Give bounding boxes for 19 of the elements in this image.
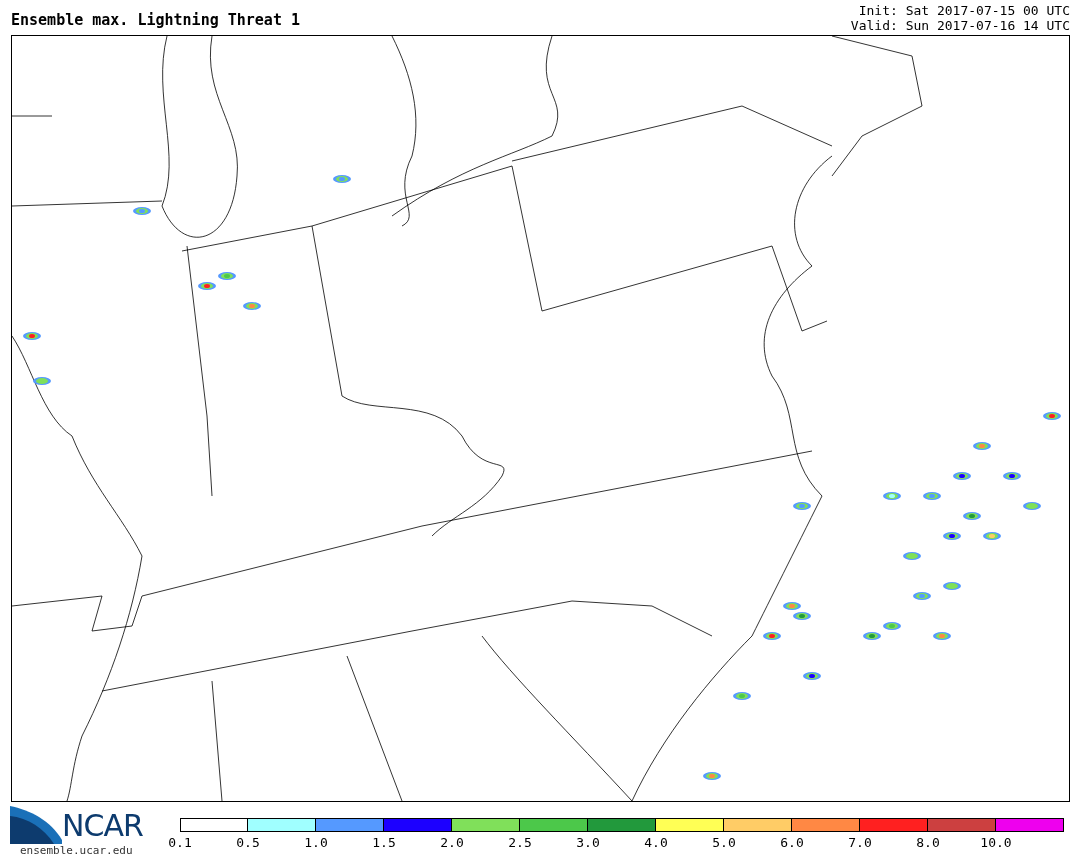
scale-label: 1.0 — [304, 835, 328, 850]
scale-label: 2.0 — [440, 835, 464, 850]
website-url: ensemble.ucar.edu — [20, 844, 134, 857]
scale-label: 0.5 — [236, 835, 260, 850]
scale-label: 8.0 — [916, 835, 940, 850]
swoosh-logo-icon — [10, 806, 62, 844]
scale-label: 6.0 — [780, 835, 804, 850]
scale-label: 2.5 — [508, 835, 532, 850]
scale-label: 3.0 — [576, 835, 600, 850]
scale-label: 4.0 — [644, 835, 668, 850]
valid-time: Valid: Sun 2017-07-16 14 UTC — [850, 18, 1070, 33]
scale-label: 10.0 — [980, 835, 1012, 850]
scale-label: 1.5 — [372, 835, 396, 850]
logo-wordmark: NCAR — [62, 807, 143, 843]
scale-label: 7.0 — [848, 835, 872, 850]
init-time: Init: Sat 2017-07-15 00 UTC — [858, 3, 1070, 18]
scale-label: 0.1 — [168, 835, 192, 850]
chart-title: Ensemble max. Lightning Threat 1 — [11, 11, 300, 31]
scale-label: 5.0 — [712, 835, 736, 850]
